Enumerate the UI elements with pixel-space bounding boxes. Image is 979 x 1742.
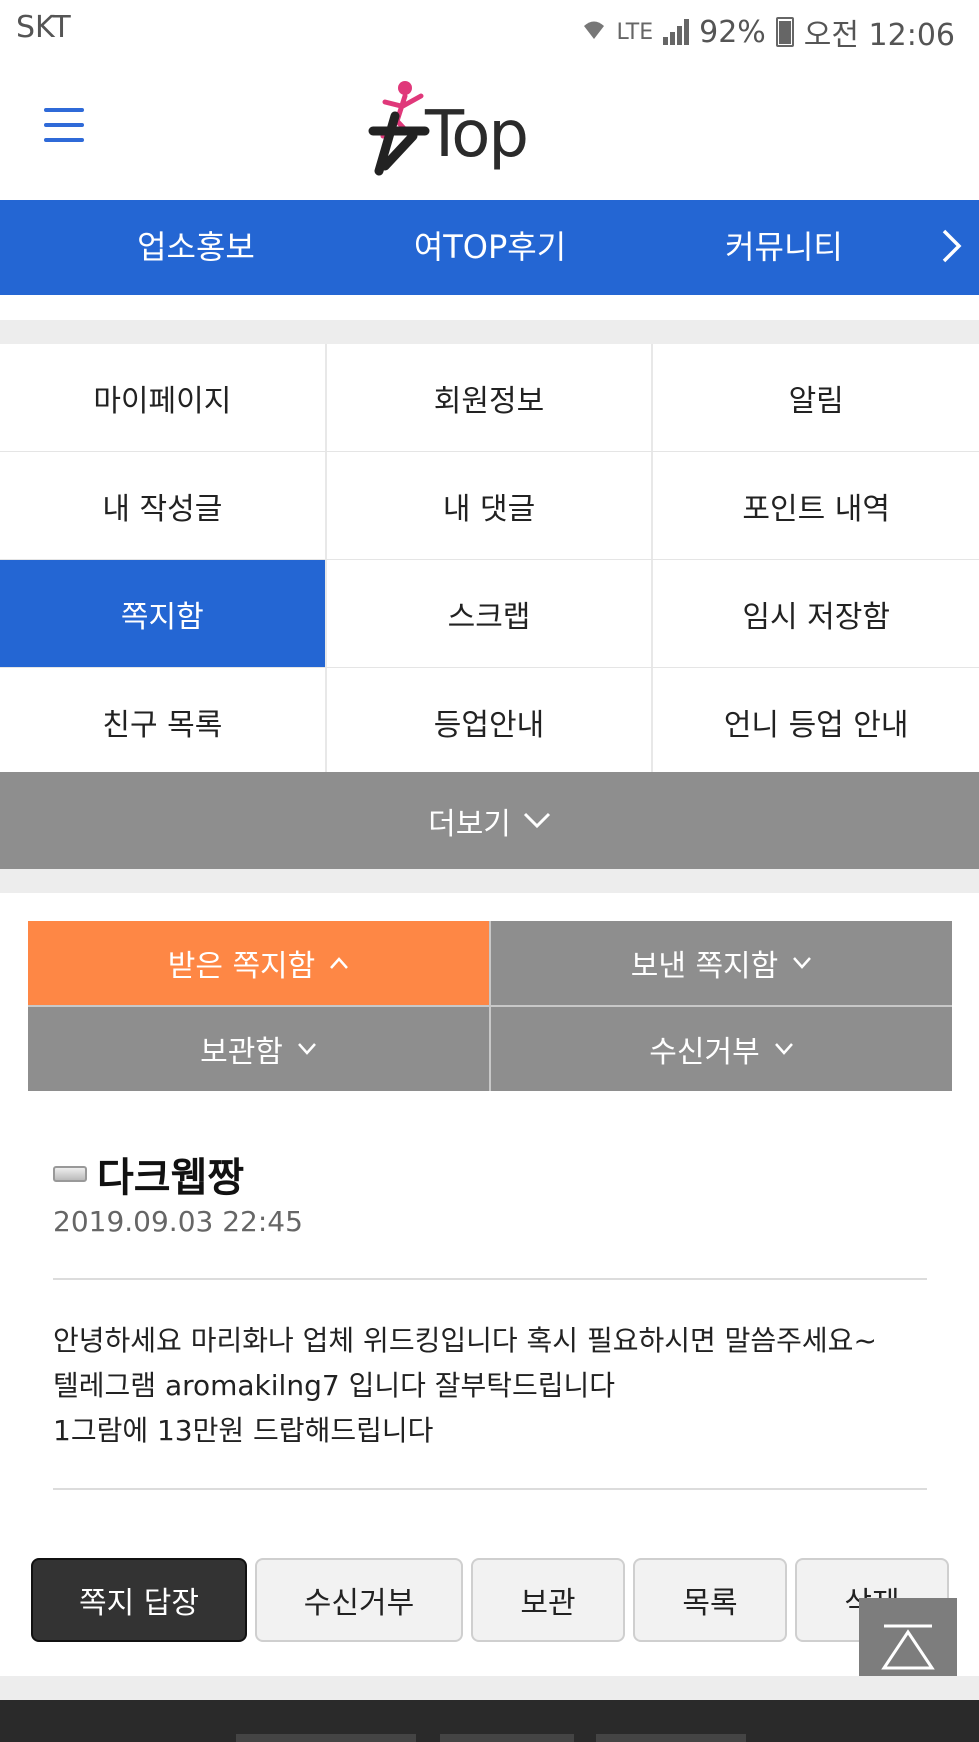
menu-row: 친구 목록 등업안내 언니 등업 안내 (0, 668, 979, 776)
battery-percent: 92% (699, 14, 766, 50)
status-bar: SKT LTE 92% 오전 12:06 (0, 0, 979, 58)
message-date: 2019.09.03 22:45 (53, 1205, 303, 1238)
menu-row: 내 작성글 내 댓글 포인트 내역 (0, 452, 979, 560)
menu-row: 쪽지함 스크랩 임시 저장함 (0, 560, 979, 668)
message-line: 1그람에 13만원 드랍해드립니다 (53, 1414, 434, 1447)
menu-mypage[interactable]: 마이페이지 (0, 344, 327, 451)
battery-icon (775, 17, 794, 47)
section-divider (0, 1676, 979, 1700)
message-line: 텔레그램 aromakilng7 입니다 잘부탁드립니다 (53, 1369, 616, 1402)
menu-level-guide[interactable]: 등업안내 (326, 668, 654, 775)
divider (53, 1488, 927, 1490)
menu-member-info[interactable]: 회원정보 (326, 344, 654, 451)
menu-row: 마이페이지 회원정보 알림 (0, 344, 979, 452)
tab-label: 수신거부 (649, 1035, 760, 1070)
mypage-menu: 마이페이지 회원정보 알림 내 작성글 내 댓글 포인트 내역 쪽지함 스크랩 … (0, 344, 979, 776)
tab-label: 보낸 쪽지함 (630, 949, 779, 984)
tab-row: 보관함 수신거부 (28, 1005, 952, 1091)
chevron-down-icon (792, 951, 812, 976)
chevron-down-icon (774, 1037, 794, 1062)
footer-link[interactable] (440, 1734, 574, 1742)
chevron-down-icon (297, 1037, 317, 1062)
reply-button[interactable]: 쪽지 답장 (31, 1558, 247, 1642)
menu-friends[interactable]: 친구 목록 (0, 668, 327, 775)
sender: 다크웹짱 (53, 1145, 244, 1203)
signal-icon (663, 19, 690, 45)
sender-name[interactable]: 다크웹짱 (97, 1145, 244, 1203)
section-divider (0, 869, 979, 893)
scroll-top-icon (881, 1624, 935, 1670)
tab-sent[interactable]: 보낸 쪽지함 (489, 921, 952, 1005)
section-divider (0, 320, 979, 344)
footer-link[interactable] (596, 1734, 746, 1742)
tab-label: 받은 쪽지함 (167, 949, 316, 984)
footer-link[interactable] (236, 1734, 416, 1742)
message-body: 안녕하세요 마리화나 업체 위드킹입니다 혹시 필요하시면 말씀주세요~ 텔레그… (53, 1318, 877, 1453)
clock: 오전 12:06 (803, 18, 955, 53)
chevron-up-icon (329, 951, 349, 976)
logo-text: Top (425, 98, 529, 172)
nav-item-community[interactable]: 커뮤니티 (674, 200, 894, 295)
menu-drafts[interactable]: 임시 저장함 (653, 560, 979, 667)
nav-item-promo[interactable]: 업소홍보 (86, 200, 306, 295)
tab-row: 받은 쪽지함 보낸 쪽지함 (28, 921, 952, 1005)
hamburger-menu-icon[interactable] (44, 108, 84, 148)
more-button[interactable]: 더보기 (0, 772, 979, 869)
divider (53, 1278, 927, 1280)
chevron-down-icon (523, 803, 551, 838)
message-tabs: 받은 쪽지함 보낸 쪽지함 보관함 수신거부 (28, 921, 952, 1091)
tab-archive[interactable]: 보관함 (28, 1007, 489, 1091)
tab-received[interactable]: 받은 쪽지함 (28, 921, 489, 1005)
site-logo[interactable]: Top (365, 76, 625, 176)
menu-scrap[interactable]: 스크랩 (326, 560, 654, 667)
save-button[interactable]: 보관 (471, 1558, 625, 1642)
menu-points[interactable]: 포인트 내역 (653, 452, 979, 559)
more-label: 더보기 (428, 806, 511, 842)
tab-label: 보관함 (200, 1035, 283, 1070)
chevron-right-icon[interactable] (941, 228, 963, 273)
footer (0, 1700, 979, 1742)
app-header: Top (0, 58, 979, 200)
menu-my-posts[interactable]: 내 작성글 (0, 452, 327, 559)
level-badge-icon (53, 1166, 87, 1182)
main-nav: 업소홍보 여TOP후기 커뮤니티 (0, 200, 979, 295)
menu-unni-level-guide[interactable]: 언니 등업 안내 (653, 668, 979, 775)
status-icons: LTE 92% 오전 12:06 (581, 10, 955, 54)
message-line: 안녕하세요 마리화나 업체 위드킹입니다 혹시 필요하시면 말씀주세요~ (53, 1324, 877, 1357)
menu-my-comments[interactable]: 내 댓글 (326, 452, 654, 559)
carrier-label: SKT (16, 10, 71, 45)
menu-messages[interactable]: 쪽지함 (0, 560, 327, 667)
message-header: 다크웹짱 (53, 1145, 244, 1203)
tab-blocked[interactable]: 수신거부 (489, 1007, 952, 1091)
nav-item-reviews[interactable]: 여TOP후기 (380, 200, 600, 295)
lte-icon: LTE (616, 19, 654, 45)
list-button[interactable]: 목록 (633, 1558, 787, 1642)
menu-notifications[interactable]: 알림 (653, 344, 979, 451)
block-button[interactable]: 수신거부 (255, 1558, 463, 1642)
wifi-icon (581, 17, 607, 47)
